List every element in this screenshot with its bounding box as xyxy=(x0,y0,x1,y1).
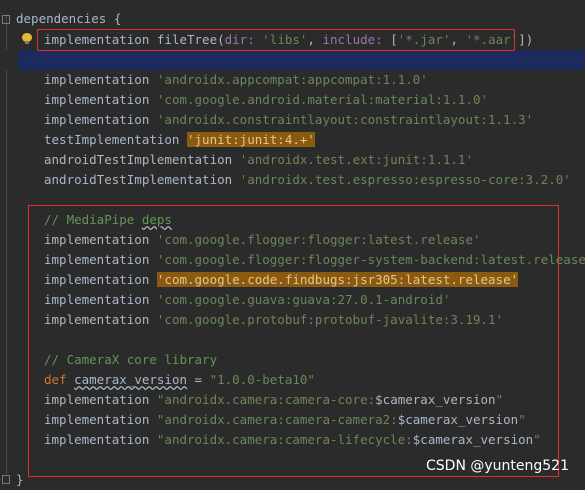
def-keyword: def xyxy=(44,372,67,387)
keyword: testImplementation xyxy=(44,132,180,147)
value-aar: '*.aar' xyxy=(465,32,519,47)
keyword: implementation xyxy=(44,92,150,107)
keyword: androidTestImplementation xyxy=(44,172,233,187)
code-line[interactable]: implementation 'com.google.code.findbugs… xyxy=(44,270,585,290)
comment-typo-word: deps xyxy=(141,212,172,227)
code-line[interactable]: implementation 'androidx.constraintlayou… xyxy=(44,110,585,130)
param-include: include: xyxy=(322,32,383,47)
code-line[interactable]: implementation "androidx.camera:camera-l… xyxy=(44,430,585,450)
keyword: implementation xyxy=(44,232,150,247)
fold-close-icon[interactable] xyxy=(2,475,10,484)
highlighted-dependency-string: 'junit:junit:4.+' xyxy=(187,132,315,147)
dependency-string: 'androidx.test.ext:junit:1.1.1' xyxy=(239,152,473,167)
dependency-string: "androidx.camera:camera-core: xyxy=(156,392,376,407)
keyword: implementation xyxy=(44,32,150,47)
code-line[interactable]: testImplementation 'junit:junit:4.+' xyxy=(44,130,585,150)
code-line[interactable]: implementation 'com.google.protobuf:prot… xyxy=(44,310,585,330)
code-line-mediapipe-comment[interactable]: // MediaPipe deps xyxy=(44,210,585,230)
code-line[interactable]: implementation 'com.google.flogger:flogg… xyxy=(44,250,585,270)
value-jar: '*.jar' xyxy=(397,32,451,47)
watermark: CSDN @yunteng521 xyxy=(426,458,569,474)
quote: " xyxy=(518,412,526,427)
code-line-def[interactable]: def camerax_version = "1.0.0-beta10" xyxy=(44,370,585,390)
interpolated-variable: $camerax_version xyxy=(412,432,534,447)
comma: , xyxy=(307,32,323,47)
bracket: ]) xyxy=(518,32,534,47)
comment: // CameraX core library xyxy=(44,352,218,367)
param-dir: dir: xyxy=(224,32,255,47)
close-brace: } xyxy=(16,472,24,487)
gutter-guide xyxy=(6,14,7,474)
dependency-string: "androidx.camera:camera-camera2: xyxy=(156,412,398,427)
dependency-string: 'androidx.appcompat:appcompat:1.1.0' xyxy=(156,72,428,87)
keyword: androidTestImplementation xyxy=(44,152,233,167)
keyword: implementation xyxy=(44,292,150,307)
keyword: implementation xyxy=(44,412,150,427)
code-line-filetree[interactable]: implementation fileTree(dir: 'libs', inc… xyxy=(44,30,585,50)
highlighted-dependency-string: 'com.google.code.findbugs:jsr305:latest.… xyxy=(156,272,519,287)
keyword: implementation xyxy=(44,112,150,127)
comma: , xyxy=(450,32,466,47)
keyword: implementation xyxy=(44,312,150,327)
keyword: implementation xyxy=(44,392,150,407)
code-line[interactable]: implementation 'com.google.guava:guava:2… xyxy=(44,290,585,310)
code-line[interactable]: implementation 'androidx.appcompat:appco… xyxy=(44,70,585,90)
keyword: implementation xyxy=(44,252,150,267)
code-line[interactable]: implementation 'com.google.flogger:flogg… xyxy=(44,230,585,250)
dependency-string: 'androidx.constraintlayout:constraintlay… xyxy=(156,112,534,127)
dependency-string: 'com.google.flogger:flogger:latest.relea… xyxy=(156,232,481,247)
interpolated-variable: $camerax_version xyxy=(397,412,519,427)
code-line[interactable]: implementation 'com.google.android.mater… xyxy=(44,90,585,110)
keyword: implementation xyxy=(44,432,150,447)
code-line-close-brace[interactable]: } xyxy=(16,470,56,490)
code-line-camerax-comment[interactable]: // CameraX core library xyxy=(44,350,585,370)
interpolated-variable: $camerax_version xyxy=(375,392,496,407)
bracket: [ xyxy=(382,32,398,47)
keyword: implementation xyxy=(44,72,150,87)
dependency-string: 'com.google.flogger:flogger-system-backe… xyxy=(156,252,585,267)
fold-open-icon[interactable] xyxy=(2,15,10,24)
code-line[interactable]: androidTestImplementation 'androidx.test… xyxy=(44,150,585,170)
caret-line-highlight xyxy=(0,50,585,70)
dependency-string: 'com.google.guava:guava:27.0.1-android' xyxy=(156,292,451,307)
code-line-dependencies-open[interactable]: dependencies { xyxy=(16,9,585,29)
value-dir: 'libs' xyxy=(262,32,308,47)
call: fileTree( xyxy=(156,32,225,47)
variable-name: camerax_version xyxy=(74,372,187,387)
comment: // MediaPipe xyxy=(44,212,142,227)
dependency-string: 'androidx.test.espresso:espresso-core:3.… xyxy=(239,172,571,187)
dependency-string: 'com.google.protobuf:protobuf-javalite:3… xyxy=(156,312,504,327)
code-line[interactable]: implementation "androidx.camera:camera-c… xyxy=(44,390,585,410)
keyword: implementation xyxy=(44,272,150,287)
dependency-string: 'com.google.android.material:material:1.… xyxy=(156,92,489,107)
version-string: "1.0.0-beta10" xyxy=(209,372,315,387)
code-line[interactable]: implementation "androidx.camera:camera-c… xyxy=(44,410,585,430)
dependencies-open: dependencies { xyxy=(16,11,122,26)
intention-bulb-icon[interactable] xyxy=(22,33,32,45)
quote: " xyxy=(495,392,504,407)
operator: = xyxy=(187,372,210,387)
code-line[interactable]: androidTestImplementation 'androidx.test… xyxy=(44,170,585,190)
dependency-string: "androidx.camera:camera-lifecycle: xyxy=(156,432,413,447)
quote: " xyxy=(533,432,541,447)
